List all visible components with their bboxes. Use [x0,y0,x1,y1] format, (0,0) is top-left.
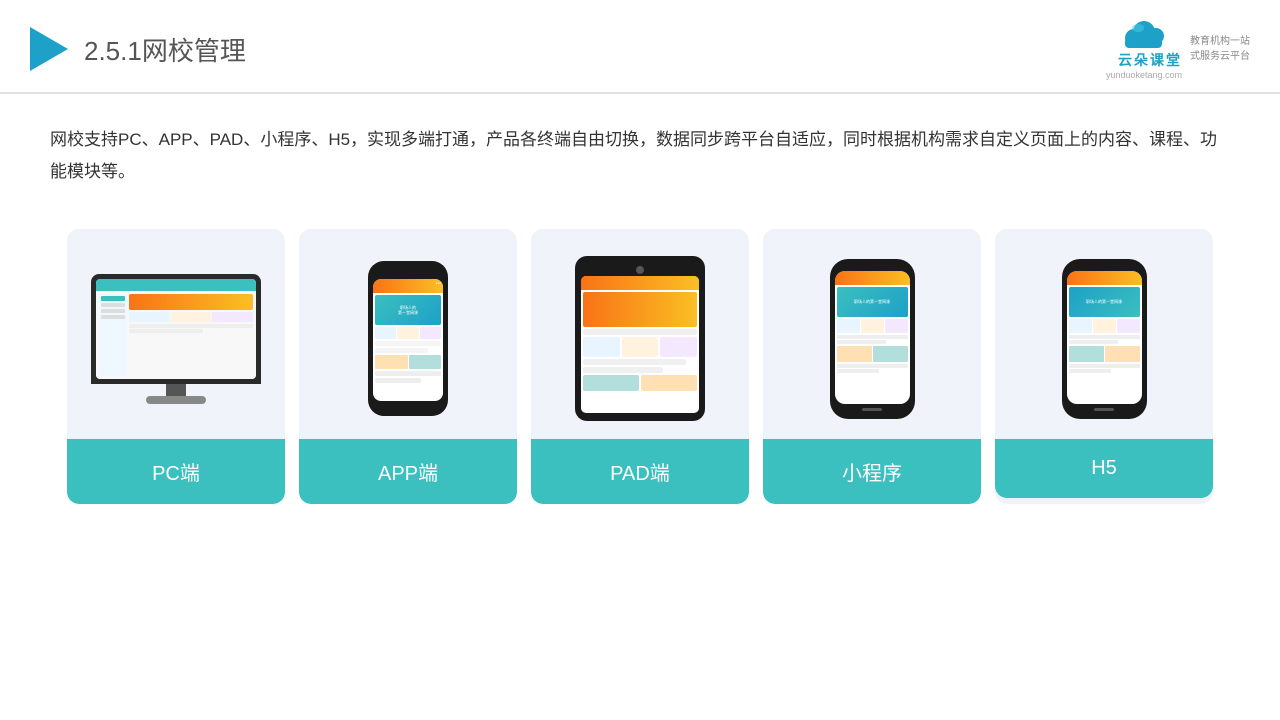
card-pad-label: PAD端 [531,439,749,504]
cloud-logo: 云朵课堂 yunduoketang.com [1106,18,1182,80]
card-pc-image [67,229,285,439]
logo-area: 云朵课堂 yunduoketang.com 教育机构一站式服务云平台 [1106,18,1250,80]
card-miniprogram: 职场人的第一堂网课 [763,229,981,504]
card-miniprogram-label: 小程序 [763,439,981,504]
miniprogram-phone-device: 职场人的第一堂网课 [830,259,915,419]
description-text: 网校支持PC、APP、PAD、小程序、H5，实现多端打通，产品各终端自由切换，数… [0,94,1280,199]
pad-tablet-device [575,256,705,421]
page-title: 2.5.1网校管理 [84,31,246,68]
card-pc: PC端 [67,229,285,504]
logo-url: yunduoketang.com [1106,70,1182,80]
card-miniprogram-image: 职场人的第一堂网课 [763,229,981,439]
card-app-image: ●●● 职场人的第一堂网课 [299,229,517,439]
app-phone-device: ●●● 职场人的第一堂网课 [368,261,448,416]
card-pad-image [531,229,749,439]
play-icon [30,27,68,71]
card-h5-image: 职场人的第一堂网课 [995,229,1213,439]
card-app: ●●● 职场人的第一堂网课 [299,229,517,504]
cloud-icon [1118,18,1170,50]
card-pad: PAD端 [531,229,749,504]
page-header: 2.5.1网校管理 云朵课堂 yunduoketang.com 教育机构一站式服… [0,0,1280,94]
logo-name: 云朵课堂 [1118,50,1182,70]
pc-monitor-device [91,274,261,404]
h5-phone-device: 职场人的第一堂网课 [1062,259,1147,419]
card-app-label: APP端 [299,439,517,504]
card-pc-label: PC端 [67,439,285,504]
card-h5: 职场人的第一堂网课 [995,229,1213,504]
cards-container: PC端 ●●● 职场人的第一堂网课 [0,199,1280,534]
header-left: 2.5.1网校管理 [30,27,246,71]
logo-slogan: 教育机构一站式服务云平台 [1190,34,1250,64]
card-h5-label: H5 [995,439,1213,498]
